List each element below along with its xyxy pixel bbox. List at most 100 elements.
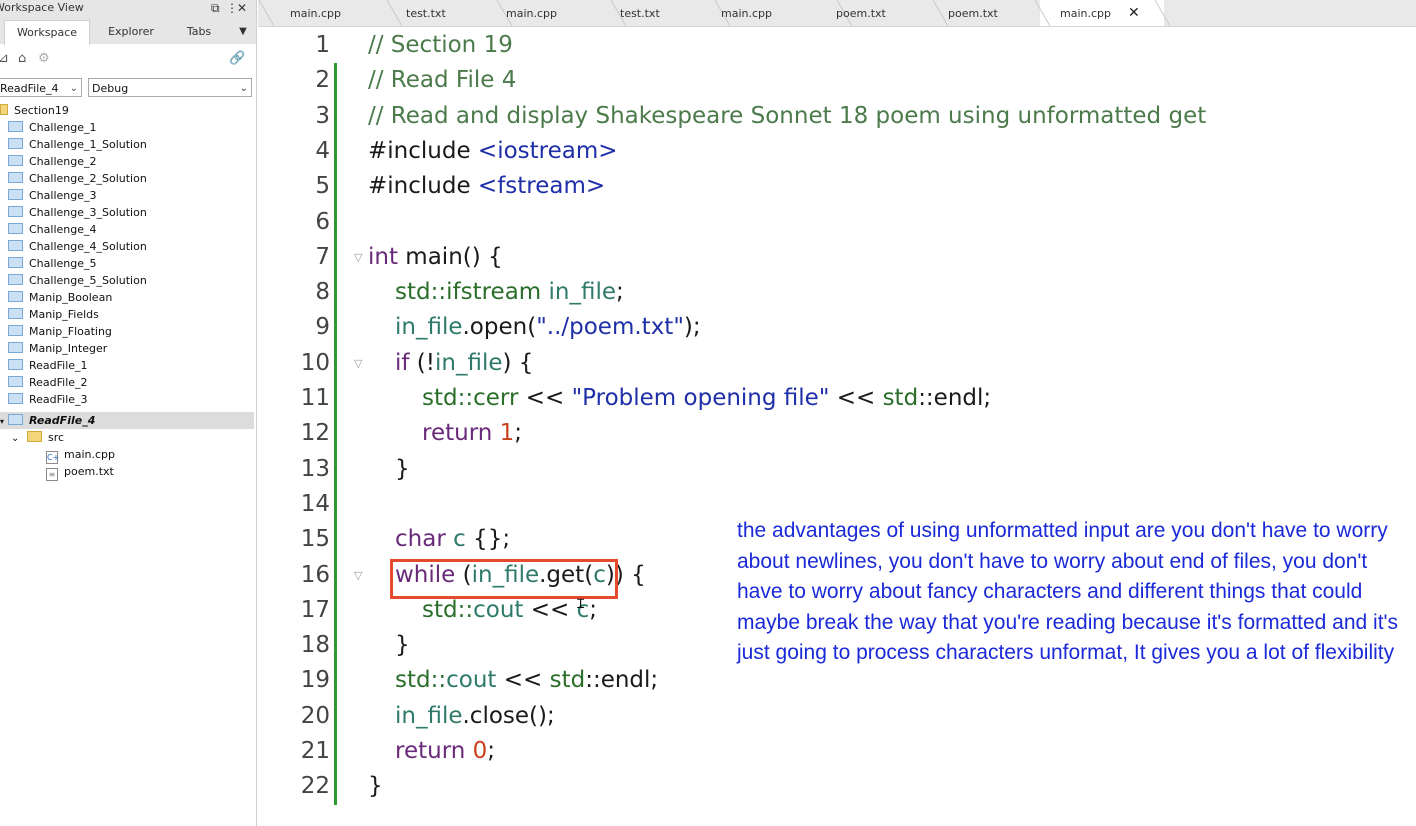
editor-tab[interactable]: main.cpp	[496, 0, 610, 26]
change-bar	[334, 63, 337, 805]
editor-tab[interactable]: main.cpp	[714, 0, 836, 26]
editor-tab[interactable]: poem.txt	[932, 0, 1040, 26]
pin-icon[interactable]: ⊿	[0, 51, 9, 66]
code-line: std::cout << std::endl;	[395, 667, 659, 694]
text-cursor-icon: Ɪ	[577, 597, 585, 612]
folder-icon	[8, 138, 23, 149]
home-icon[interactable]: ⌂	[18, 51, 26, 66]
link-icon[interactable]: 🔗	[229, 51, 245, 66]
workspace-icon	[0, 104, 8, 115]
restore-icon[interactable]: ⧉	[211, 0, 220, 16]
folder-icon	[8, 342, 23, 353]
code-line: // Read and display Shakespeare Sonnet 1…	[368, 102, 1207, 129]
line-number: 20	[300, 702, 330, 729]
folder-icon	[27, 431, 42, 442]
folder-icon	[8, 257, 23, 268]
tree-file[interactable]: ≡ poem.txt	[46, 463, 114, 481]
tab-tabs[interactable]: Tabs	[174, 20, 224, 44]
tree-item[interactable]: Challenge_1	[8, 119, 97, 136]
line-number: 22	[300, 773, 330, 800]
tree-item[interactable]: Manip_Floating	[8, 323, 112, 340]
tree-item[interactable]: Challenge_1_Solution	[8, 136, 147, 153]
tree-item[interactable]: Challenge_5	[8, 255, 97, 272]
folder-icon	[8, 172, 23, 183]
chevron-down-icon: ▾	[0, 417, 5, 426]
close-tab-icon[interactable]: ✕	[1128, 0, 1140, 27]
tree-item[interactable]: Challenge_3	[8, 187, 97, 204]
tree-folder-src[interactable]: ⌄ src	[11, 429, 64, 446]
tree-item[interactable]: ReadFile_3	[8, 391, 88, 408]
code-line: int main() {	[368, 243, 503, 270]
tree-item[interactable]: Challenge_2_Solution	[8, 170, 147, 187]
folder-icon	[8, 359, 23, 370]
tab-workspace[interactable]: Workspace	[4, 20, 90, 45]
code-line: return 0;	[395, 738, 496, 764]
editor-tab[interactable]: test.txt	[384, 0, 496, 26]
tab-explorer[interactable]: Explorer	[98, 20, 164, 44]
workspace-toolbar: ⊿ ⌂ ⚙ 🔗	[0, 46, 256, 74]
tree-root[interactable]: Section19	[0, 102, 69, 119]
folder-icon	[8, 189, 23, 200]
chevron-down-icon: ⌄	[69, 83, 78, 94]
text-file-icon: ≡	[46, 468, 58, 481]
code-line: #include <iostream>	[368, 137, 618, 164]
tree-item[interactable]: Manip_Integer	[8, 340, 107, 357]
folder-icon	[8, 223, 23, 234]
config-select[interactable]: Debug ⌄	[88, 78, 252, 97]
line-number: 13	[300, 455, 330, 482]
folder-icon	[8, 274, 23, 285]
tree-file[interactable]: C+ main.cpp	[46, 446, 115, 464]
line-number: 4	[315, 137, 330, 164]
line-number: 3	[315, 102, 330, 129]
line-number: 7	[315, 243, 330, 270]
workspace-panel: Workspace View ⧉ ⋮ ✕ Workspace Explorer …	[0, 0, 257, 826]
code-line: #include <fstream>	[368, 173, 606, 200]
line-number: 8	[315, 279, 330, 306]
tree-item[interactable]: Manip_Fields	[8, 306, 99, 323]
tree-item[interactable]: Challenge_5_Solution	[8, 272, 147, 289]
tree-item-selected[interactable]: ▾ ReadFile_4	[0, 412, 254, 429]
line-number: 14	[300, 490, 330, 517]
tree-item[interactable]: Challenge_4_Solution	[8, 238, 147, 255]
tree-item[interactable]: ReadFile_2	[8, 374, 88, 391]
project-select[interactable]: ReadFile_4 ⌄	[0, 78, 82, 97]
fold-icon[interactable]: ▽	[354, 569, 362, 582]
editor-tab[interactable]: poem.txt	[836, 0, 940, 26]
code-line: // Read File 4	[368, 67, 517, 94]
tree-item[interactable]: Challenge_4	[8, 221, 97, 238]
close-icon[interactable]: ✕	[237, 0, 247, 16]
code-line: return 1;	[422, 420, 523, 447]
workspace-title: Workspace View	[0, 1, 84, 14]
gear-icon[interactable]: ⚙	[38, 51, 50, 66]
line-number: 16	[300, 561, 330, 588]
editor-tab-bar: main.cpp test.txt main.cpp test.txt main…	[258, 0, 1416, 27]
annotation-note: the advantages of using unformatted inpu…	[737, 519, 1399, 664]
tree-item[interactable]: Challenge_2	[8, 153, 97, 170]
chevron-down-icon: ⌄	[239, 83, 248, 94]
tree-item[interactable]: ReadFile_1	[8, 357, 88, 374]
line-number: 6	[315, 208, 330, 235]
line-number: 15	[300, 526, 330, 553]
code-line: }	[395, 632, 410, 659]
tree-item[interactable]: Manip_Boolean	[8, 289, 112, 306]
code-line: in_file.close();	[395, 702, 555, 729]
line-number-gutter: 1 2 3 4 5 6 7 8 9 10 11 12 13 14 15 16 1…	[258, 28, 366, 826]
folder-icon	[8, 325, 23, 336]
folder-icon	[8, 240, 23, 251]
code-line: }	[368, 773, 383, 800]
editor-tab-active[interactable]: main.cpp ✕	[1034, 0, 1171, 27]
fold-icon[interactable]: ▽	[354, 251, 362, 264]
line-number: 10	[300, 349, 330, 376]
folder-icon	[8, 206, 23, 217]
editor-tab[interactable]: main.cpp	[258, 0, 384, 26]
code-line: in_file.open("../poem.txt");	[395, 314, 701, 341]
folder-icon	[8, 121, 23, 132]
chevron-down-icon[interactable]: ▼	[234, 20, 252, 44]
line-number: 12	[300, 420, 330, 447]
editor-tab[interactable]: test.txt	[610, 0, 714, 26]
code-line: std::cerr << "Problem opening file" << s…	[422, 385, 992, 411]
tree-item[interactable]: Challenge_3_Solution	[8, 204, 147, 221]
line-number: 5	[315, 173, 330, 200]
fold-icon[interactable]: ▽	[354, 357, 362, 370]
workspace-tabs: Workspace Explorer Tabs ▼	[0, 16, 256, 45]
